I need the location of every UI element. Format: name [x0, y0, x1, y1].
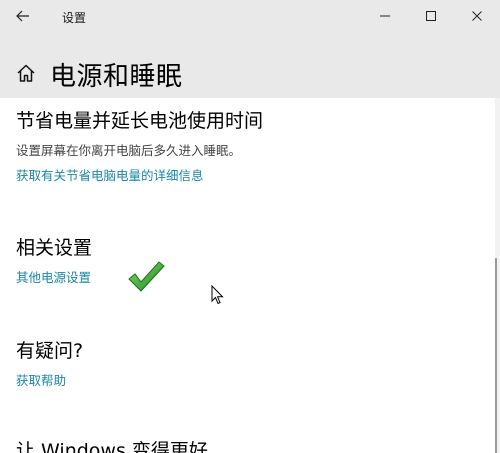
- scrollbar-thumb[interactable]: [495, 258, 497, 453]
- power-saving-info-link[interactable]: 获取有关节省电脑电量的详细信息: [16, 165, 204, 184]
- additional-power-settings-link[interactable]: 其他电源设置: [16, 267, 91, 286]
- close-icon: [472, 11, 482, 21]
- minimize-icon: [380, 15, 390, 17]
- back-button[interactable]: [6, 2, 40, 30]
- mouse-pointer-icon: [211, 285, 224, 305]
- maximize-icon: [426, 11, 436, 21]
- home-icon[interactable]: [15, 62, 37, 84]
- section-title-save-power: 节省电量并延长电池使用时间: [16, 110, 264, 132]
- close-button[interactable]: [454, 0, 500, 32]
- page-header: 电源和睡眠: [0, 52, 500, 94]
- section-title-question: 有疑问?: [16, 340, 84, 362]
- section-description-save-power: 设置屏幕在你离开电脑后多久进入睡眠。: [16, 143, 242, 158]
- section-title-improve-windows: 让 Windows 变得更好: [16, 440, 208, 453]
- main-content: 节省电量并延长电池使用时间 设置屏幕在你离开电脑后多久进入睡眠。 获取有关节省电…: [0, 98, 500, 453]
- get-help-link[interactable]: 获取帮助: [16, 370, 66, 389]
- minimize-button[interactable]: [362, 0, 408, 32]
- window-title: 设置: [62, 11, 87, 25]
- back-arrow-icon: [16, 10, 29, 22]
- section-title-related-settings: 相关设置: [16, 237, 93, 259]
- maximize-button[interactable]: [408, 0, 454, 32]
- checkmark-icon: [128, 261, 165, 292]
- page-title: 电源和睡眠: [50, 62, 183, 92]
